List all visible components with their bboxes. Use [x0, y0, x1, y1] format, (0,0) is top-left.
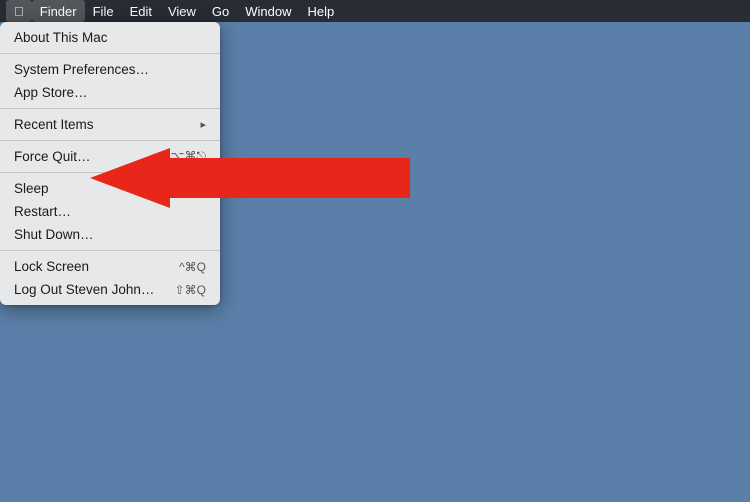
restart-item[interactable]: Restart…	[0, 200, 220, 223]
about-this-mac-item[interactable]: About This Mac	[0, 26, 220, 49]
separator-5	[0, 250, 220, 251]
view-menu-item[interactable]: View	[160, 0, 204, 22]
force-quit-shortcut: ⌥⌘⎋	[171, 149, 206, 164]
help-menu-item[interactable]: Help	[300, 0, 343, 22]
finder-menu-item[interactable]: Finder	[32, 0, 85, 22]
recent-items-item[interactable]: Recent Items ▸	[0, 113, 220, 136]
log-out-item[interactable]: Log Out Steven John… ⇧⌘Q	[0, 278, 220, 301]
apple-dropdown-menu: About This Mac System Preferences… App S…	[0, 22, 220, 305]
apple-icon: 	[14, 4, 24, 19]
lock-screen-shortcut: ^⌘Q	[179, 260, 206, 274]
file-menu-item[interactable]: File	[85, 0, 122, 22]
edit-menu-item[interactable]: Edit	[122, 0, 160, 22]
submenu-arrow-icon: ▸	[200, 118, 206, 131]
sleep-item[interactable]: Sleep	[0, 177, 220, 200]
shut-down-item[interactable]: Shut Down…	[0, 223, 220, 246]
window-menu-item[interactable]: Window	[237, 0, 299, 22]
separator-2	[0, 108, 220, 109]
system-preferences-item[interactable]: System Preferences…	[0, 58, 220, 81]
force-quit-item[interactable]: Force Quit… ⌥⌘⎋	[0, 145, 220, 168]
separator-1	[0, 53, 220, 54]
separator-4	[0, 172, 220, 173]
lock-screen-item[interactable]: Lock Screen ^⌘Q	[0, 255, 220, 278]
separator-3	[0, 140, 220, 141]
app-store-item[interactable]: App Store…	[0, 81, 220, 104]
apple-menu-button[interactable]: 	[6, 0, 32, 22]
go-menu-item[interactable]: Go	[204, 0, 237, 22]
log-out-shortcut: ⇧⌘Q	[175, 283, 206, 297]
menubar:  Finder File Edit View Go Window Help	[0, 0, 750, 22]
